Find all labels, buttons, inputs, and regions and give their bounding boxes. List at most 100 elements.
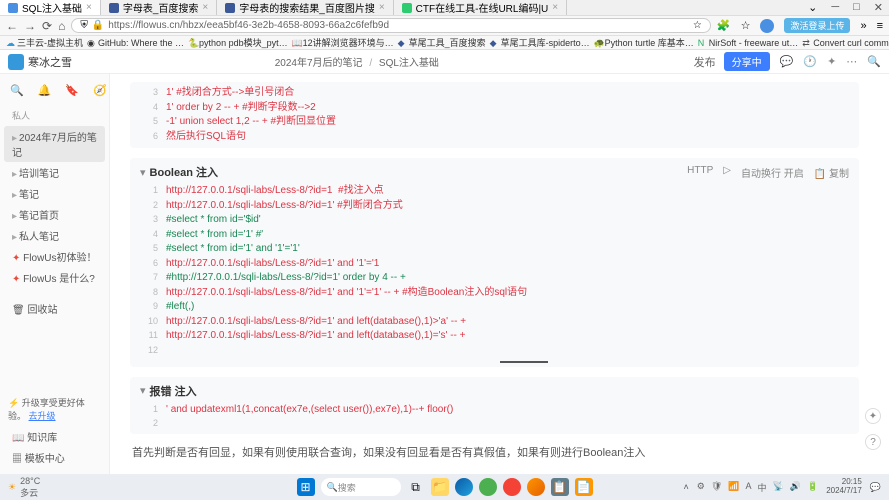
- bookmark-icon[interactable]: ☆: [741, 19, 751, 32]
- code-line[interactable]: 6http://127.0.0.1/sqli-labs/Less-8/?id=1…: [140, 257, 849, 272]
- extensions-icon[interactable]: 🧩: [717, 19, 731, 32]
- more-icon[interactable]: ⋯: [846, 55, 857, 68]
- code-line[interactable]: 2: [140, 417, 849, 430]
- app-icon[interactable]: [503, 478, 521, 496]
- sidebar-item[interactable]: ▸培训笔记: [4, 162, 105, 183]
- more-chevron-icon[interactable]: »: [860, 20, 866, 32]
- avatar[interactable]: [8, 54, 24, 70]
- run-icon[interactable]: ▷: [723, 165, 731, 180]
- tray-icon[interactable]: 🛡: [711, 481, 722, 494]
- breadcrumb-item[interactable]: 2024年7月后的笔记: [275, 58, 363, 69]
- comment-icon[interactable]: 💬: [780, 55, 794, 68]
- browser-tab-1[interactable]: 字母表_百度搜索 ×: [101, 0, 217, 15]
- account-icon[interactable]: [760, 19, 774, 33]
- share-button[interactable]: 分享中: [724, 52, 770, 71]
- code-block-boolean[interactable]: ▾ Boolean 注入 HTTP ▷ 自动换行 开启 📋 复制 1http:/…: [130, 158, 859, 367]
- search-box[interactable]: 🔍 搜索: [321, 478, 401, 496]
- code-line[interactable]: 3#select * from id='$id': [140, 213, 849, 228]
- start-button[interactable]: ⊞: [297, 478, 315, 496]
- bookmark-item[interactable]: ⇄Convert curl comma…: [802, 38, 889, 48]
- app-icon[interactable]: 📄: [575, 478, 593, 496]
- upgrade-link[interactable]: 去升级: [29, 411, 56, 421]
- compass-icon[interactable]: 🧭: [93, 84, 107, 97]
- sidebar-recycle[interactable]: 🗑 回收站: [4, 298, 105, 319]
- menu-icon[interactable]: ≡: [877, 20, 883, 32]
- activate-button[interactable]: 激活登录上传: [784, 18, 850, 33]
- chevron-down-icon[interactable]: ⌄: [808, 1, 817, 14]
- code-block-error[interactable]: ▾ 报错 注入 1' and updatexml1(1,concat(ex7e,…: [130, 377, 859, 435]
- code-line[interactable]: 31' #找闭合方式-->单引号闭合: [140, 86, 849, 101]
- ime-icon[interactable]: 中: [758, 481, 767, 494]
- browser-tab-2[interactable]: 字母表的搜索结果_百度图片搜 ×: [217, 0, 393, 15]
- sidebar-knowledge[interactable]: 📖 知识库: [4, 426, 105, 447]
- sidebar-item-flowus-what[interactable]: ✦ FlowUs 是什么?: [4, 267, 105, 288]
- code-line[interactable]: 9#left(,): [140, 300, 849, 315]
- sidebar-item[interactable]: ▸笔记: [4, 183, 105, 204]
- close-button[interactable]: ✕: [874, 1, 883, 14]
- code-line[interactable]: 7#http://127.0.0.1/sqli-labs/Less-8/?id=…: [140, 271, 849, 286]
- wrap-toggle[interactable]: 自动换行 开启: [741, 165, 804, 180]
- expand-icon[interactable]: ▸: [12, 190, 17, 201]
- code-line[interactable]: 8http://127.0.0.1/sqli-labs/Less-8/?id=1…: [140, 286, 849, 301]
- search-icon[interactable]: 🔍: [867, 55, 881, 68]
- user-name[interactable]: 寒冰之雪: [28, 54, 275, 70]
- reload-icon[interactable]: ⟳: [42, 19, 52, 33]
- sparkle-icon[interactable]: ✦: [827, 55, 836, 68]
- expand-icon[interactable]: ▸: [12, 169, 17, 180]
- notification-icon[interactable]: 💬: [870, 482, 881, 493]
- toggle-icon[interactable]: ▾: [140, 384, 146, 397]
- ime-icon[interactable]: A: [746, 481, 752, 494]
- sidebar-item[interactable]: ▸笔记首页: [4, 204, 105, 225]
- code-line[interactable]: 4#select * from id='1' #': [140, 228, 849, 243]
- code-line[interactable]: 6然后执行SQL语句: [140, 130, 849, 145]
- bookmark-item[interactable]: ☁三丰云-虚拟主机: [6, 36, 83, 49]
- code-line[interactable]: 2http://127.0.0.1/sqli-labs/Less-8/?id=1…: [140, 199, 849, 214]
- bookmark-item[interactable]: 📖12讲解浏览器环境与…: [292, 36, 394, 49]
- sidebar-item[interactable]: ▸2024年7月后的笔记: [4, 126, 105, 162]
- wifi-icon[interactable]: 📡: [773, 481, 784, 494]
- explorer-icon[interactable]: 📁: [431, 478, 449, 496]
- sidebar-templates[interactable]: ▦ 模板中心: [4, 447, 105, 468]
- weather-widget[interactable]: ☀ 28°C 多云: [8, 476, 40, 499]
- volume-icon[interactable]: 🔊: [790, 481, 801, 494]
- app-icon[interactable]: 📋: [551, 478, 569, 496]
- edge-icon[interactable]: [455, 478, 473, 496]
- url-field[interactable]: ⛨ 🔒 https://flowus.cn/hbzx/eea5bf46-3e2b…: [71, 18, 711, 33]
- bookmark-item[interactable]: NNirSoft - freeware ut…: [698, 38, 799, 48]
- code-line[interactable]: 12: [140, 344, 849, 357]
- search-icon[interactable]: 🔍: [10, 84, 24, 97]
- expand-icon[interactable]: ▸: [12, 232, 17, 243]
- task-view-icon[interactable]: ⧉: [407, 478, 425, 496]
- bookmark-item[interactable]: 🐢Python turtle 库基本…: [594, 36, 694, 49]
- fab-sparkle[interactable]: ✦: [865, 408, 881, 424]
- copy-button[interactable]: 📋 复制: [814, 165, 849, 180]
- forward-icon[interactable]: →: [24, 19, 36, 33]
- publish-button[interactable]: 发布: [694, 54, 716, 70]
- code-line[interactable]: 5-1' union select 1,2 -- + #判断回显位置: [140, 115, 849, 130]
- app-icon[interactable]: [479, 478, 497, 496]
- code-line[interactable]: 10http://127.0.0.1/sqli-labs/Less-8/?id=…: [140, 315, 849, 330]
- bookmark-icon[interactable]: 🔖: [65, 84, 79, 97]
- close-icon[interactable]: ×: [552, 2, 558, 13]
- bookmark-item[interactable]: ◆草尾工具库-spiderto…: [490, 36, 590, 49]
- home-icon[interactable]: ⌂: [58, 19, 65, 33]
- code-line[interactable]: 11http://127.0.0.1/sqli-labs/Less-8/?id=…: [140, 329, 849, 344]
- maximize-button[interactable]: □: [853, 1, 860, 14]
- bell-icon[interactable]: 🔔: [38, 84, 52, 97]
- bookmark-item[interactable]: 🐍python pdb模块_pyt…: [188, 36, 288, 49]
- browser-tab-3[interactable]: CTF在线工具-在线URL编码|U ×: [394, 0, 567, 15]
- tray-icon[interactable]: 📶: [728, 481, 739, 494]
- sidebar-item-flowus[interactable]: ✦ FlowUs初体验！: [4, 246, 105, 267]
- code-line[interactable]: 1http://127.0.0.1/sqli-labs/Less-8/?id=1…: [140, 184, 849, 199]
- breadcrumb-item[interactable]: SQL注入基础: [379, 58, 439, 69]
- tray-icon[interactable]: ⚙: [697, 481, 705, 494]
- minimize-button[interactable]: ─: [831, 1, 839, 14]
- browser-tab-0[interactable]: SQL注入基础 ×: [0, 0, 101, 15]
- firefox-icon[interactable]: [527, 478, 545, 496]
- bookmark-item[interactable]: ◉GitHub: Where the …: [87, 38, 184, 48]
- clock[interactable]: 20:15 2024/7/17: [826, 478, 862, 496]
- star-icon[interactable]: ☆: [693, 20, 702, 31]
- code-line[interactable]: 41' order by 2 -- + #判断字段数-->2: [140, 101, 849, 116]
- battery-icon[interactable]: 🔋: [807, 481, 818, 494]
- lang-label[interactable]: HTTP: [687, 165, 713, 180]
